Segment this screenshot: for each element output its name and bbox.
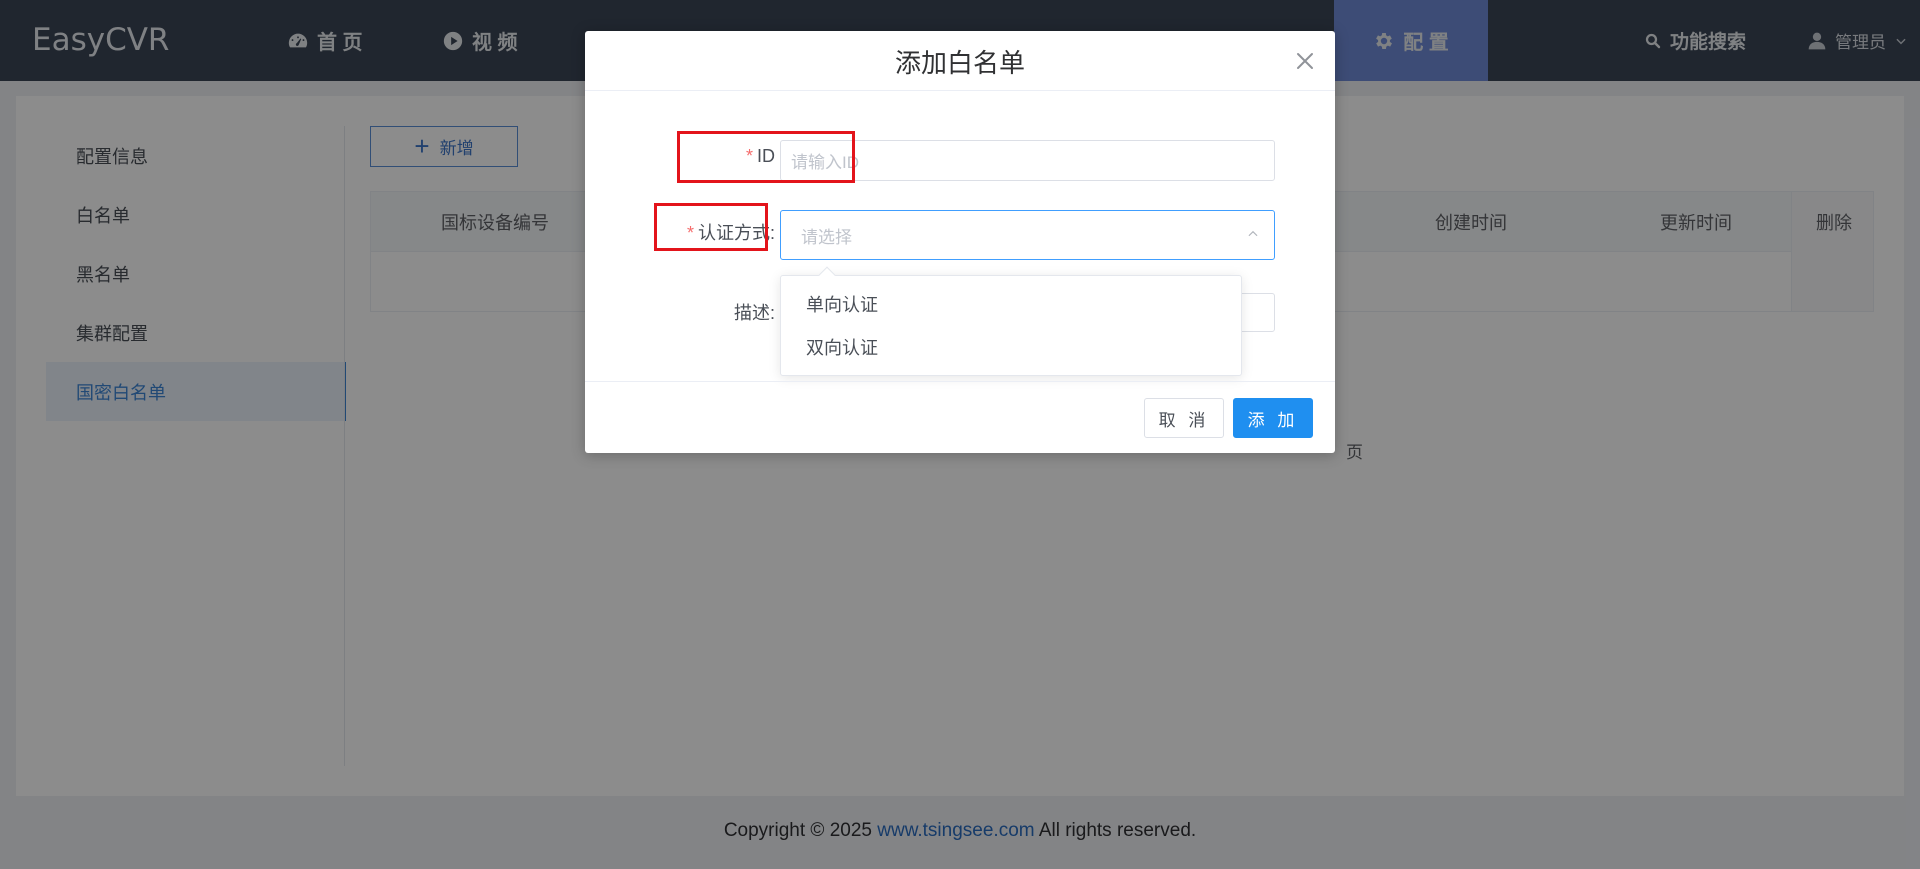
cancel-button[interactable]: 取 消 — [1144, 398, 1224, 438]
close-icon[interactable] — [1293, 49, 1317, 73]
dropdown-arrow — [818, 266, 836, 284]
confirm-add-button[interactable]: 添 加 — [1233, 398, 1313, 438]
description-label: 描述: — [733, 303, 775, 323]
chevron-up-icon — [1248, 230, 1258, 237]
dialog-footer-divider — [585, 381, 1335, 382]
auth-method-placeholder: 请选择 — [801, 227, 852, 247]
highlight-box-id — [677, 131, 855, 183]
option-two-way-auth[interactable]: 双向认证 — [781, 325, 1241, 368]
option-one-way-auth[interactable]: 单向认证 — [781, 282, 1241, 325]
auth-method-dropdown: 单向认证 双向认证 — [780, 266, 1242, 376]
auth-method-select[interactable]: 请选择 — [780, 210, 1275, 260]
dialog-header: 添加白名单 — [585, 31, 1335, 91]
dialog-title: 添加白名单 — [894, 47, 1025, 78]
highlight-box-auth — [654, 203, 768, 251]
add-whitelist-dialog: 添加白名单 * ID 请输入ID * 认证方式: 请选择 描述: 单向认证 双向认证… — [585, 31, 1335, 453]
